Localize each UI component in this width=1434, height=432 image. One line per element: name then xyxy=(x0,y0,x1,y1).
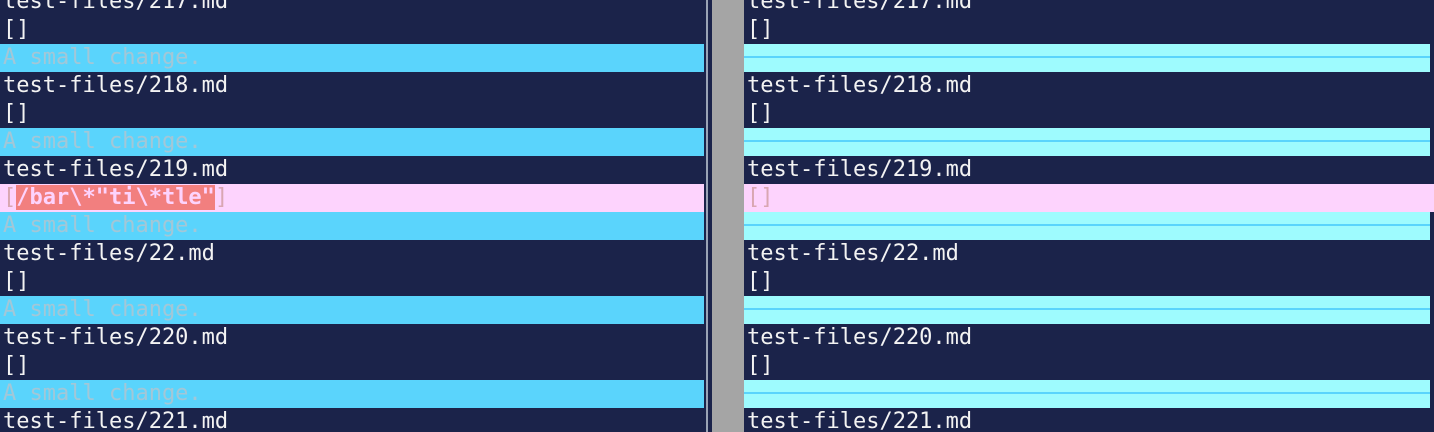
left-deleted-line: A small change. xyxy=(0,212,704,240)
left-changed-line: [/bar\*"ti\*tle"] xyxy=(0,184,704,212)
right-diff-line: test-files/221.md xyxy=(744,408,1434,432)
right-diff-line: [] xyxy=(744,16,1434,44)
left-diff-line: [] xyxy=(0,100,704,128)
right-diff-line: test-files/219.md xyxy=(744,156,1434,184)
inline-change-highlight: /bar\*"ti\*tle" xyxy=(16,185,215,210)
changed-suffix: ] xyxy=(214,185,229,210)
left-diff-line: test-files/220.md xyxy=(0,324,704,352)
left-pane-border xyxy=(706,0,708,432)
left-diff-line: test-files/221.md xyxy=(0,408,704,432)
pane-divider[interactable] xyxy=(712,0,744,432)
left-deleted-line: A small change. xyxy=(0,128,704,156)
left-diff-line: [] xyxy=(0,352,704,380)
right-diff-line: test-files/217.md xyxy=(744,0,1434,16)
right-diff-line: test-files/218.md xyxy=(744,72,1434,100)
left-deleted-line: A small change. xyxy=(0,44,704,72)
left-diff-pane[interactable]: test-files/217.md[] A small change. test-f… xyxy=(0,0,704,432)
left-diff-line: [] xyxy=(0,268,704,296)
left-diff-line: test-files/22.md xyxy=(0,240,704,268)
left-deleted-line: A small change. xyxy=(0,380,704,408)
right-changed-line: [] xyxy=(744,184,1434,212)
diff-viewer: test-files/217.md[] A small change. test-f… xyxy=(0,0,1434,432)
right-filler-line xyxy=(744,44,1430,72)
right-diff-line: test-files/22.md xyxy=(744,240,1434,268)
right-filler-line xyxy=(744,128,1430,156)
left-diff-line: test-files/218.md xyxy=(0,72,704,100)
right-diff-line: [] xyxy=(744,352,1434,380)
right-filler-line xyxy=(744,212,1430,240)
left-diff-line: test-files/217.md xyxy=(0,0,704,16)
left-diff-line: test-files/219.md xyxy=(0,156,704,184)
left-deleted-line: A small change. xyxy=(0,296,704,324)
right-filler-line xyxy=(744,380,1430,408)
right-diff-line: [] xyxy=(744,100,1434,128)
right-diff-pane[interactable]: test-files/217.md[] test-files/218.md[] te… xyxy=(744,0,1434,432)
right-diff-line: test-files/220.md xyxy=(744,324,1434,352)
left-diff-line: [] xyxy=(0,16,704,44)
changed-prefix: [ xyxy=(3,185,17,210)
right-filler-line xyxy=(744,296,1430,324)
right-diff-line: [] xyxy=(744,268,1434,296)
